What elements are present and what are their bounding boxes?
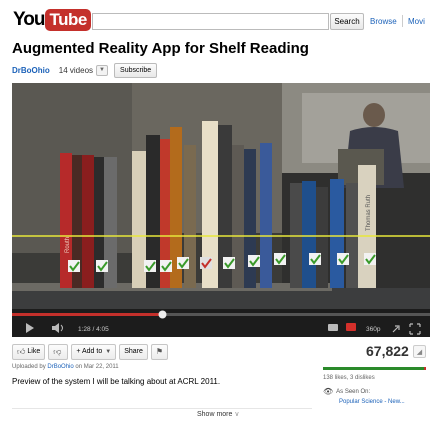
- search-input[interactable]: [92, 13, 329, 30]
- search-button[interactable]: Search: [330, 13, 364, 30]
- logo-tube-text: Tube: [45, 9, 91, 31]
- like-button[interactable]: 👍︎ Like: [12, 343, 46, 360]
- stats-button[interactable]: ◢: [413, 345, 426, 358]
- annotations-icon: [346, 323, 356, 331]
- video-player[interactable]: Routh Thomas Ruth 1:28 / 4:05 360p: [12, 83, 430, 337]
- logo-you-text: You: [13, 9, 46, 30]
- add-to-button[interactable]: + Add to ▼: [71, 343, 117, 360]
- chevron-down-icon: ∨: [234, 411, 240, 418]
- progress-fill: [12, 313, 163, 316]
- thumbs-up-icon: 👍︎: [17, 346, 26, 356]
- channel-link[interactable]: DrBoOhio: [12, 66, 50, 75]
- quality-label: 360p: [366, 326, 381, 333]
- thumbs-down-icon: 👎︎: [53, 346, 62, 356]
- captions-icon: [328, 324, 338, 331]
- channel-dropdown-button[interactable]: ▼: [96, 64, 109, 76]
- actions-bar: 👍︎ Like 👎︎ + Add to ▼ Share ⚑: [12, 343, 171, 360]
- likes-count: 138 likes, 3 dislikes: [323, 375, 375, 381]
- dislike-button[interactable]: 👎︎: [48, 343, 69, 360]
- video-frame: Routh Thomas Ruth 1:28 / 4:05 360p: [12, 83, 430, 337]
- nav-browse-link[interactable]: Browse: [370, 17, 397, 26]
- scrubber-handle: [158, 310, 167, 319]
- masthead: You Tube Search Browse Movi: [0, 0, 430, 38]
- chevron-down-icon: ▼: [99, 67, 105, 73]
- video-title: Augmented Reality App for Shelf Reading: [12, 40, 309, 57]
- nav-divider: [402, 15, 403, 27]
- add-to-label: + Add to: [76, 348, 103, 355]
- view-count: 67,822: [366, 343, 409, 359]
- book-spine-label: Thomas Ruth: [366, 195, 372, 231]
- show-more-button[interactable]: Show more ∨: [197, 410, 239, 418]
- youtube-logo[interactable]: You Tube: [13, 9, 91, 31]
- stats-chart-icon: ◢: [416, 348, 423, 356]
- share-button[interactable]: Share: [119, 343, 148, 360]
- uploaded-prefix: Uploaded by: [12, 364, 46, 370]
- time-display: 1:28 / 4:05: [78, 326, 109, 333]
- flag-icon: ⚑: [155, 347, 164, 356]
- as-seen-on-link[interactable]: Popular Science - New...: [339, 399, 405, 405]
- description-divider: [12, 408, 312, 409]
- uploader-link[interactable]: DrBoOhio: [47, 364, 73, 370]
- as-seen-on: 👁︎ As Seen On:: [323, 387, 370, 396]
- like-ratio-bar: [323, 367, 426, 370]
- channel-row: DrBoOhio 14 videos ▼ Subscribe: [12, 62, 158, 78]
- like-label: Like: [27, 348, 41, 355]
- video-description: Preview of the system I will be talking …: [12, 377, 221, 386]
- eye-icon: 👁︎: [323, 387, 334, 396]
- upload-info: Uploaded by DrBoOhio on Mar 22, 2011: [12, 364, 119, 370]
- chevron-down-icon: ▼: [105, 348, 112, 355]
- flag-button[interactable]: ⚑: [150, 343, 169, 360]
- nav-movies-link[interactable]: Movi: [408, 17, 425, 26]
- subscribe-button[interactable]: Subscribe: [114, 62, 158, 78]
- video-count: 14 videos: [58, 65, 94, 75]
- upload-date: on Mar 22, 2011: [75, 364, 119, 370]
- like-ratio-fill: [323, 367, 424, 370]
- as-seen-on-label: As Seen On:: [336, 388, 371, 395]
- book-spine-label: Routh: [65, 237, 71, 253]
- show-more-label: Show more: [197, 411, 233, 418]
